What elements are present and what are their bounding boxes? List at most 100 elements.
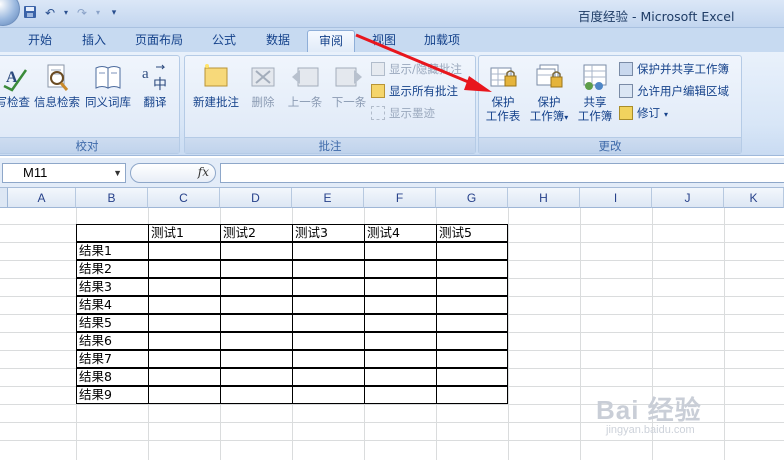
track-changes-button[interactable]: 修订 ▾	[619, 104, 668, 122]
table-cell[interactable]	[292, 278, 365, 296]
allow-edit-ranges-button[interactable]: 允许用户编辑区域	[619, 82, 729, 100]
table-cell[interactable]	[220, 242, 293, 260]
column-header-k[interactable]: K	[724, 188, 784, 208]
name-box-dropdown-icon[interactable]: ▼	[113, 164, 122, 182]
protect-workbook-button[interactable]: 保护 工作簿▾	[525, 62, 573, 125]
customize-qat-icon[interactable]: ▾	[106, 5, 122, 21]
table-cell[interactable]	[220, 350, 293, 368]
name-box[interactable]: M11 ▼	[2, 163, 126, 183]
delete-comment-button[interactable]: 删除	[243, 62, 283, 109]
tab-formulas[interactable]: 公式	[202, 30, 246, 52]
table-cell[interactable]	[220, 296, 293, 314]
table-cell[interactable]	[220, 278, 293, 296]
next-comment-button[interactable]: 下一条	[327, 62, 371, 109]
formula-input[interactable]	[220, 163, 784, 183]
tab-data[interactable]: 数据	[256, 30, 300, 52]
tab-page-layout[interactable]: 页面布局	[126, 30, 192, 52]
column-header-e[interactable]: E	[292, 188, 364, 208]
table-cell[interactable]	[220, 332, 293, 350]
show-ink-button[interactable]: 显示墨迹	[371, 104, 435, 122]
redo-dropdown-icon[interactable]: ▾	[94, 5, 102, 21]
save-icon[interactable]	[22, 5, 38, 21]
table-cell[interactable]	[148, 314, 221, 332]
table-cell[interactable]	[148, 368, 221, 386]
office-button[interactable]	[0, 0, 20, 26]
tab-view[interactable]: 视图	[362, 30, 406, 52]
table-cell[interactable]	[364, 332, 437, 350]
table-cell[interactable]	[364, 278, 437, 296]
thesaurus-button[interactable]: 同义词库	[83, 62, 133, 109]
table-header-cell[interactable]: 测试3	[292, 224, 365, 242]
protect-sheet-button[interactable]: 保护 工作表	[481, 62, 525, 123]
table-row-label[interactable]: 结果7	[76, 350, 149, 368]
table-cell[interactable]	[292, 314, 365, 332]
tab-insert[interactable]: 插入	[72, 30, 116, 52]
protect-and-share-button[interactable]: 保护并共享工作簿	[619, 60, 729, 78]
column-header-h[interactable]: H	[508, 188, 580, 208]
table-cell[interactable]	[436, 278, 508, 296]
table-cell[interactable]	[436, 332, 508, 350]
table-cell[interactable]	[364, 260, 437, 278]
new-comment-button[interactable]: 新建批注	[189, 62, 243, 109]
table-row-label[interactable]: 结果8	[76, 368, 149, 386]
table-row-label[interactable]: 结果1	[76, 242, 149, 260]
column-header-a[interactable]: A	[8, 188, 76, 208]
table-cell[interactable]	[364, 296, 437, 314]
translate-button[interactable]: a中 翻译	[135, 62, 175, 109]
table-cell[interactable]	[148, 350, 221, 368]
table-cell[interactable]	[292, 296, 365, 314]
table-cell[interactable]	[436, 350, 508, 368]
table-header-cell[interactable]: 测试2	[220, 224, 293, 242]
table-cell[interactable]	[292, 260, 365, 278]
table-row-label[interactable]: 结果3	[76, 278, 149, 296]
table-row-label[interactable]: 结果2	[76, 260, 149, 278]
column-header-c[interactable]: C	[148, 188, 220, 208]
column-header-g[interactable]: G	[436, 188, 508, 208]
table-cell[interactable]	[292, 350, 365, 368]
research-button[interactable]: 信息检索	[33, 62, 81, 109]
table-cell[interactable]	[364, 350, 437, 368]
table-cell[interactable]	[436, 314, 508, 332]
table-header-cell[interactable]: 测试4	[364, 224, 437, 242]
table-cell[interactable]	[148, 296, 221, 314]
table-cell[interactable]	[364, 368, 437, 386]
table-cell[interactable]	[292, 368, 365, 386]
table-cell[interactable]	[436, 260, 508, 278]
undo-dropdown-icon[interactable]: ▾	[62, 5, 70, 21]
show-all-comments-button[interactable]: 显示所有批注	[371, 82, 458, 100]
spell-check-button[interactable]: A 拼写检查	[0, 62, 35, 109]
table-cell[interactable]	[148, 278, 221, 296]
previous-comment-button[interactable]: 上一条	[283, 62, 327, 109]
table-row-label[interactable]: 结果6	[76, 332, 149, 350]
table-cell[interactable]	[148, 260, 221, 278]
column-header-j[interactable]: J	[652, 188, 724, 208]
column-header-d[interactable]: D	[220, 188, 292, 208]
table-row-label[interactable]: 结果5	[76, 314, 149, 332]
worksheet-grid[interactable]: A B C D E F G H I J K 测试1 测试2 测试3 测试4 测试…	[0, 188, 784, 460]
table-cell[interactable]	[364, 242, 437, 260]
column-header-f[interactable]: F	[364, 188, 436, 208]
table-row-label[interactable]: 结果4	[76, 296, 149, 314]
table-cell[interactable]	[436, 386, 508, 404]
undo-icon[interactable]: ↶	[42, 5, 58, 21]
select-all-corner[interactable]	[0, 188, 8, 208]
table-row-label[interactable]: 结果9	[76, 386, 149, 404]
tab-review[interactable]: 审阅	[307, 30, 355, 52]
table-cell[interactable]	[364, 314, 437, 332]
table-cell[interactable]	[148, 386, 221, 404]
table-cell[interactable]	[436, 368, 508, 386]
table-cell[interactable]	[436, 296, 508, 314]
table-cell[interactable]	[220, 314, 293, 332]
tab-home[interactable]: 开始	[18, 30, 62, 52]
table-cell[interactable]	[148, 332, 221, 350]
table-header-cell[interactable]: 测试1	[148, 224, 221, 242]
table-cell[interactable]	[220, 368, 293, 386]
share-workbook-button[interactable]: 共享 工作簿	[573, 62, 617, 123]
column-header-i[interactable]: I	[580, 188, 652, 208]
table-header-cell[interactable]: 测试5	[436, 224, 508, 242]
table-cell[interactable]	[220, 386, 293, 404]
table-cell[interactable]	[436, 242, 508, 260]
table-cell[interactable]	[292, 386, 365, 404]
column-header-b[interactable]: B	[76, 188, 148, 208]
insert-function-icon[interactable]: fx	[198, 165, 209, 179]
